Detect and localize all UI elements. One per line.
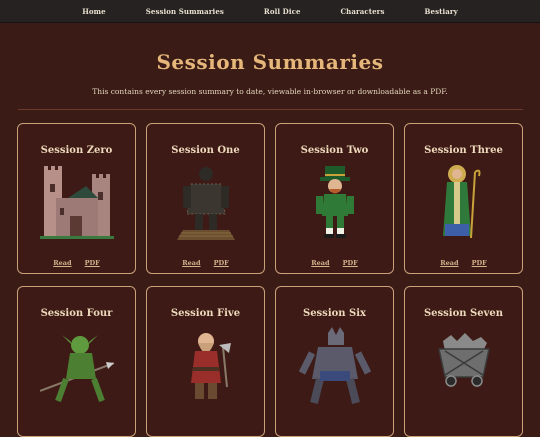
saint-icon: [443, 165, 481, 239]
top-nav: Home Session Summaries Roll Dice Charact…: [0, 0, 540, 23]
read-link[interactable]: Read: [311, 259, 329, 267]
werewolf-icon: [298, 327, 372, 404]
session-card: Session Four: [17, 286, 136, 437]
nav-home[interactable]: Home: [82, 7, 106, 16]
page-title: Session Summaries: [156, 50, 384, 74]
nav-characters[interactable]: Characters: [341, 7, 385, 16]
session-card: Session One Read PDF: [146, 123, 265, 274]
session-title: Session Six: [302, 308, 367, 319]
session-card: Session Zero Read PDF: [17, 123, 136, 274]
leprechaun-icon: [316, 166, 354, 238]
divider: [17, 109, 523, 110]
page-subtitle: This contains every session summary to d…: [92, 87, 448, 96]
dwarf-icon: [191, 333, 231, 399]
session-title: Session Two: [300, 145, 369, 156]
read-link[interactable]: Read: [53, 259, 71, 267]
pdf-link[interactable]: PDF: [214, 259, 229, 267]
nav-session-summaries[interactable]: Session Summaries: [146, 7, 224, 16]
read-link[interactable]: Read: [440, 259, 458, 267]
session-title: Session Three: [424, 145, 503, 156]
session-card: Session Five: [146, 286, 265, 437]
pdf-link[interactable]: PDF: [85, 259, 100, 267]
session-grid: Session Zero Read PDF Session One Read P…: [17, 123, 523, 437]
castle-icon: [40, 166, 114, 239]
session-title: Session Five: [170, 308, 241, 319]
nav-roll-dice[interactable]: Roll Dice: [264, 7, 301, 16]
session-title: Session One: [171, 145, 240, 156]
pdf-link[interactable]: PDF: [472, 259, 487, 267]
session-title: Session Zero: [40, 145, 113, 156]
session-card: Session Six: [275, 286, 394, 437]
session-card: Session Seven: [404, 286, 523, 437]
session-card: Session Three Read PDF: [404, 123, 523, 274]
read-link[interactable]: Read: [182, 259, 200, 267]
goblin-spear-icon: [40, 335, 114, 403]
pdf-link[interactable]: PDF: [343, 259, 358, 267]
session-title: Session Four: [40, 308, 113, 319]
nav-bestiary[interactable]: Bestiary: [425, 7, 458, 16]
mine-cart-icon: [438, 333, 490, 387]
session-title: Session Seven: [423, 308, 504, 319]
session-card: Session Two Read PDF: [275, 123, 394, 274]
wicker-man-icon: [177, 167, 235, 240]
